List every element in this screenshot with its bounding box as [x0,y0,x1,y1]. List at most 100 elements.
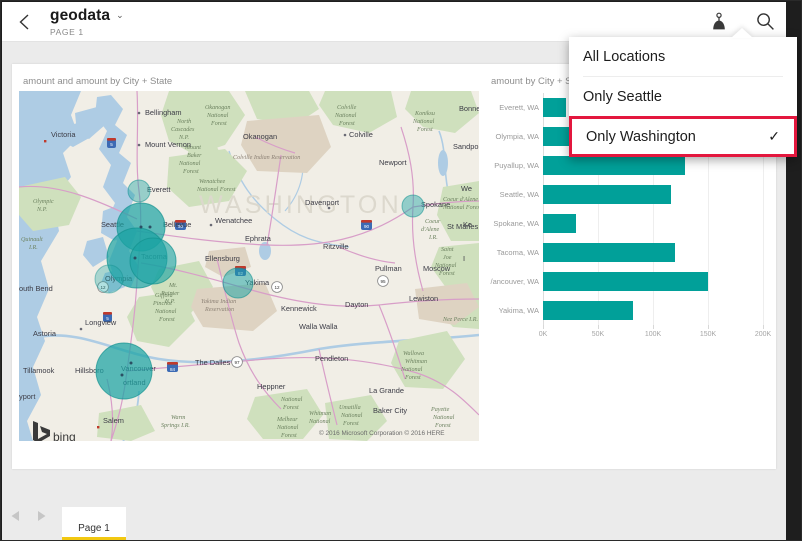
previous-page-button[interactable] [2,500,28,540]
x-tick-label: 100K [644,331,662,338]
bar-track [543,180,769,209]
map-graphic: .lbl { font-family:"Liberation Sans", sa… [19,91,479,441]
bar-chart-row[interactable]: Spokane, WA [487,209,769,238]
x-tick-label: 200K [754,331,772,338]
search-icon [756,13,774,30]
map-visual[interactable]: amount and amount by City + State .lbl {… [19,74,479,449]
svg-text:Coeur d'Alene: Coeur d'Alene [443,197,478,203]
svg-text:bing: bing [53,430,76,441]
x-tick-mark [543,325,544,329]
svg-text:Pendleton: Pendleton [315,354,348,363]
svg-text:Kennewick: Kennewick [281,304,317,313]
svg-text:National Forest: National Forest [196,187,236,193]
svg-text:I.R.: I.R. [28,245,38,251]
svg-text:Ke: Ke [463,220,472,229]
svg-text:Bonne: Bonne [459,104,479,113]
svg-text:97: 97 [234,360,240,365]
svg-text:Okanogan: Okanogan [205,105,230,111]
page-tab-page-1[interactable]: Page 1 [62,507,126,540]
svg-text:12: 12 [274,285,280,290]
app-header: geodata ⌄ PAGE 1 [2,2,788,42]
svg-text:Colville: Colville [349,130,373,139]
svg-text:Forest: Forest [434,423,451,429]
svg-text:Forest: Forest [182,169,199,175]
svg-text:Salem: Salem [103,416,124,425]
menu-item-only-washington[interactable]: Only Washington ✓ [569,116,797,157]
svg-text:Dayton: Dayton [345,300,368,309]
svg-text:N.P.: N.P. [178,135,189,141]
svg-text:Joe: Joe [443,255,452,261]
svg-text:Reservation: Reservation [204,307,234,313]
svg-text:National: National [340,413,363,419]
svg-text:d'Alene: d'Alene [421,227,440,233]
bar-chart-row[interactable]: Seattle, WA [487,180,769,209]
svg-text:National: National [334,113,357,119]
report-title-block[interactable]: geodata ⌄ PAGE 1 [50,7,124,37]
page-navigation-bar: Page 1 [2,500,788,540]
triangle-right-icon [37,511,45,521]
x-axis: 0K 50K 100K 150K 200K [539,325,772,347]
svg-text:Walla Walla: Walla Walla [299,322,338,331]
svg-text:The Dalles: The Dalles [195,358,231,367]
bing-map[interactable]: .lbl { font-family:"Liberation Sans", sa… [19,91,479,441]
bar[interactable] [543,98,567,117]
bar-category-label: Yakima, WA [498,306,539,315]
svg-text:Newport: Newport [379,158,407,167]
svg-text:National: National [276,425,299,431]
bar[interactable] [543,156,685,175]
svg-text:Wallowa: Wallowa [403,351,424,357]
page-title: geodata [50,6,111,24]
svg-text:5: 5 [110,142,113,147]
bar-chart-row[interactable]: Tacoma, WA [487,238,769,267]
triangle-left-icon [11,511,19,521]
bar-category-label: Spokane, WA [493,219,539,228]
svg-text:La Grande: La Grande [369,386,404,395]
svg-text:Tillamook: Tillamook [23,366,55,375]
back-button[interactable] [2,2,48,42]
svg-text:Springs I.R.: Springs I.R. [161,423,190,429]
bar-track [543,296,769,325]
bar[interactable] [543,185,671,204]
menu-item-all-locations[interactable]: All Locations [569,37,797,76]
svg-text:National: National [308,419,331,425]
next-page-button[interactable] [28,500,54,540]
svg-text:Olympic: Olympic [33,199,54,205]
svg-text:Wenatchee: Wenatchee [199,179,225,185]
svg-text:Mount: Mount [184,145,201,151]
bar[interactable] [543,301,634,320]
chevron-down-icon[interactable]: ⌄ [116,10,124,20]
map-visual-title: amount and amount by City + State [23,76,173,87]
svg-text:Forest: Forest [338,121,355,127]
locations-dropdown-menu[interactable]: All Locations Only Seattle Only Washingt… [569,37,797,157]
svg-text:Forest: Forest [404,375,421,381]
page-tab-active-indicator [62,537,126,540]
svg-text:National: National [412,119,435,125]
svg-text:N.P.: N.P. [36,207,47,213]
svg-text:Colville: Colville [337,105,357,111]
x-tick-mark [598,325,599,329]
svg-text:Lewiston: Lewiston [409,294,438,303]
svg-text:Everett: Everett [147,185,170,194]
bar[interactable] [543,243,675,262]
svg-text:Heppner: Heppner [257,382,286,391]
bar-chart-row[interactable]: Yakima, WA [487,296,769,325]
svg-text:Astoria: Astoria [33,329,57,338]
map-attribution: © 2016 Microsoft Corporation © 2016 HERE [319,429,445,437]
bar-category-label: Seattle, WA [499,190,539,199]
x-tick-label: 0K [538,331,548,338]
bar[interactable] [543,272,708,291]
bar-category-label: Tacoma, WA [496,248,539,257]
menu-item-only-seattle[interactable]: Only Seattle [569,77,797,116]
svg-text:I.R.: I.R. [428,235,438,241]
svg-text:Whitman: Whitman [405,359,427,365]
bar-chart-row[interactable]: /ancouver, WA [487,267,769,296]
svg-text:Bellevue: Bellevue [163,220,191,229]
bar[interactable] [543,214,576,233]
svg-text:Whitman: Whitman [309,411,331,417]
svg-text:National: National [280,397,303,403]
svg-text:Umatilla: Umatilla [339,405,361,411]
svg-text:Baker City: Baker City [373,406,407,415]
menu-item-label: Only Seattle [583,88,662,105]
svg-text:Ephrata: Ephrata [245,234,272,243]
bar-category-label: Puyallup, WA [494,161,539,170]
